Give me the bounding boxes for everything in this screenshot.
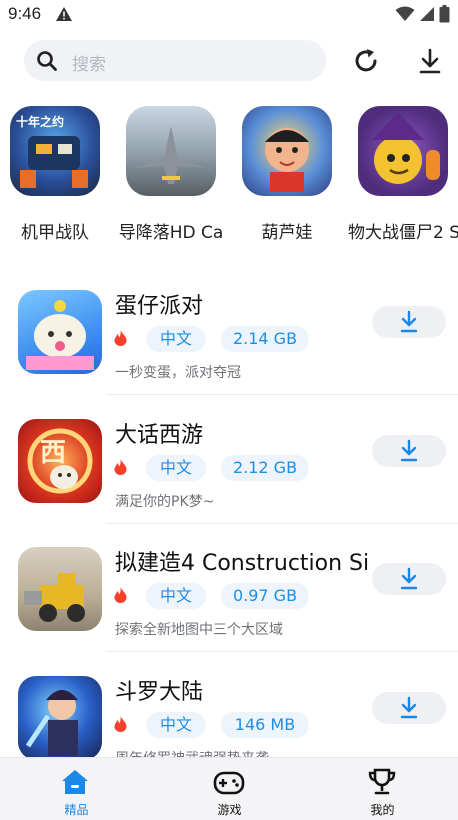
divider bbox=[106, 523, 458, 524]
fire-icon bbox=[114, 330, 127, 346]
svg-text:十年之约: 十年之约 bbox=[16, 114, 64, 129]
bottom-tab-bar: 精品 游戏 我的 bbox=[0, 757, 458, 820]
app-icon bbox=[126, 106, 216, 196]
tab-label: 我的 bbox=[370, 803, 395, 817]
language-tag: 中文 bbox=[146, 583, 206, 609]
tab-featured[interactable]: 精品 bbox=[0, 758, 153, 820]
download-icon bbox=[400, 696, 418, 719]
status-bar: 9:46 bbox=[0, 0, 458, 30]
language-tag: 中文 bbox=[146, 712, 206, 738]
signal-icon bbox=[420, 7, 434, 21]
download-button[interactable] bbox=[372, 563, 446, 595]
app-icon bbox=[18, 547, 102, 631]
carousel-label: 葫芦娃 bbox=[261, 223, 313, 243]
list-item[interactable]: 西 大话西游 中文 2.12 GB 满足你的PK梦~ bbox=[0, 419, 458, 547]
language-tag: 中文 bbox=[146, 326, 206, 352]
status-icons bbox=[395, 5, 450, 23]
size-tag: 2.14 GB bbox=[221, 326, 309, 352]
fire-icon bbox=[114, 459, 127, 475]
app-icon bbox=[242, 106, 332, 196]
download-icon bbox=[400, 310, 418, 333]
svg-text:西: 西 bbox=[40, 438, 66, 468]
download-icon bbox=[400, 439, 418, 462]
download-button[interactable] bbox=[372, 435, 446, 467]
status-time: 9:46 bbox=[8, 4, 42, 23]
size-tag: 2.12 GB bbox=[221, 455, 309, 481]
featured-carousel[interactable]: 十年之约 机甲战队 导降落HD Ca 葫芦娃 物大战僵尸2 S bbox=[0, 102, 458, 252]
app-description: 满足你的PK梦~ bbox=[115, 494, 215, 510]
download-button[interactable] bbox=[372, 306, 446, 338]
app-icon bbox=[18, 676, 102, 760]
app-title: 大话西游 bbox=[115, 423, 204, 448]
divider bbox=[106, 394, 458, 395]
carousel-item[interactable]: 十年之约 机甲战队 bbox=[0, 102, 110, 243]
list-item[interactable]: 蛋仔派对 中文 2.14 GB 一秒变蛋，派对夺冠 bbox=[0, 290, 458, 418]
tab-mine[interactable]: 我的 bbox=[306, 758, 458, 820]
battery-icon bbox=[439, 5, 450, 23]
app-title: 蛋仔派对 bbox=[115, 294, 204, 319]
tab-games[interactable]: 游戏 bbox=[153, 758, 306, 820]
size-tag: 146 MB bbox=[221, 712, 309, 738]
gamepad-icon bbox=[213, 771, 245, 795]
search-bar[interactable]: 搜索 bbox=[24, 40, 326, 81]
size-tag: 0.97 GB bbox=[221, 583, 309, 609]
download-icon bbox=[400, 567, 418, 590]
search-icon bbox=[37, 51, 57, 71]
carousel-item[interactable]: 物大战僵尸2 S bbox=[348, 102, 458, 243]
warning-icon bbox=[56, 7, 72, 21]
refresh-icon bbox=[355, 49, 377, 72]
tab-label: 精品 bbox=[64, 803, 89, 817]
app-icon bbox=[18, 290, 102, 374]
carousel-item[interactable]: 葫芦娃 bbox=[232, 102, 342, 243]
app-icon: 十年之约 bbox=[10, 106, 100, 196]
download-icon bbox=[419, 48, 441, 74]
divider bbox=[106, 651, 458, 652]
wifi-icon bbox=[395, 6, 415, 21]
download-manager-button[interactable] bbox=[416, 46, 444, 76]
app-icon: 西 bbox=[18, 419, 102, 503]
home-icon bbox=[62, 770, 88, 794]
app-title: 斗罗大陆 bbox=[115, 680, 204, 705]
tab-label: 游戏 bbox=[217, 803, 242, 817]
language-tag: 中文 bbox=[146, 455, 206, 481]
carousel-label: 机甲战队 bbox=[21, 223, 89, 243]
app-title: 拟建造4 Construction Si bbox=[115, 551, 370, 576]
app-description: 探索全新地图中三个大区域 bbox=[115, 622, 283, 638]
fire-icon bbox=[114, 716, 127, 732]
app-description: 一秒变蛋，派对夺冠 bbox=[115, 365, 241, 381]
search-input[interactable]: 搜索 bbox=[72, 50, 106, 75]
refresh-button[interactable] bbox=[352, 46, 382, 76]
app-icon bbox=[358, 106, 448, 196]
carousel-item[interactable]: 导降落HD Ca bbox=[116, 102, 226, 243]
carousel-label: 导降落HD Ca bbox=[118, 223, 224, 243]
carousel-label: 物大战僵尸2 S bbox=[348, 223, 458, 243]
trophy-icon bbox=[368, 768, 396, 795]
fire-icon bbox=[114, 587, 127, 603]
list-item[interactable]: 拟建造4 Construction Si 中文 0.97 GB 探索全新地图中三… bbox=[0, 547, 458, 675]
download-button[interactable] bbox=[372, 692, 446, 724]
